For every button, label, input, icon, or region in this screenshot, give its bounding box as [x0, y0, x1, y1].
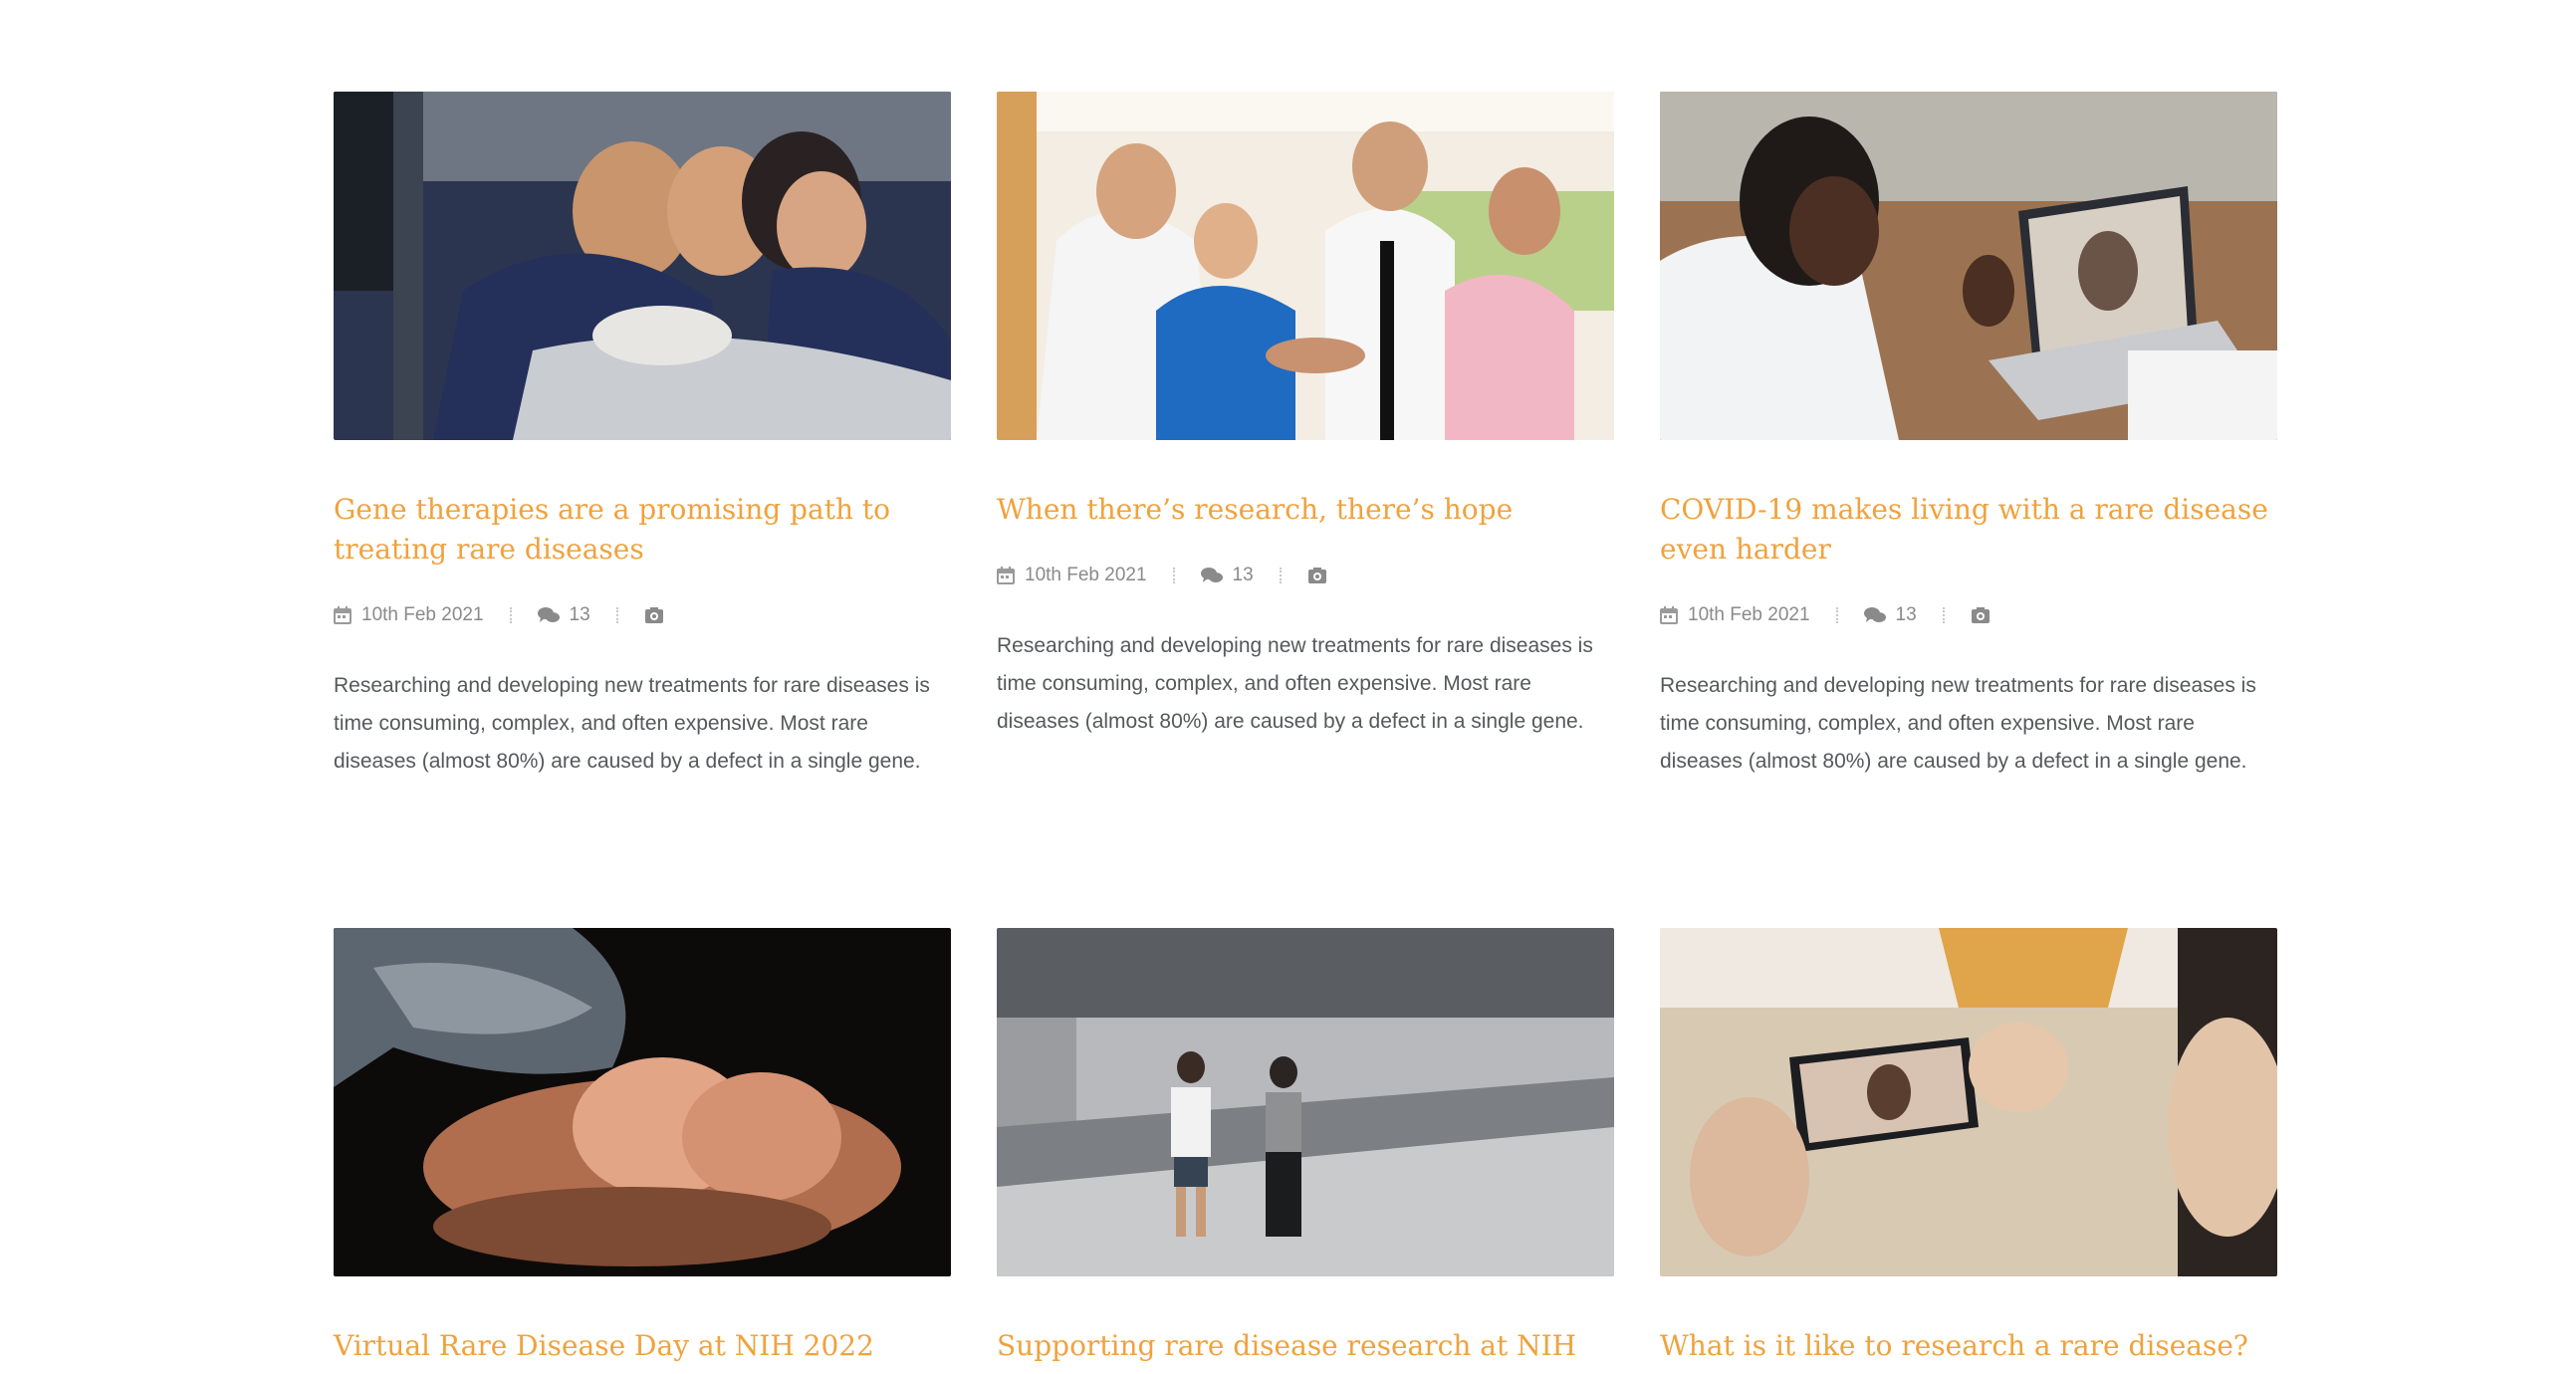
post-date: 10th Feb 2021	[1660, 604, 1810, 626]
post-image-link[interactable]	[1660, 92, 2277, 440]
comments-icon	[537, 607, 560, 622]
comments-icon	[1863, 607, 1886, 622]
post-card: When there’s research, there’s hope 10th…	[997, 92, 1614, 781]
post-comment-count: 13	[1232, 565, 1254, 585]
post-excerpt: Researching and developing new treatment…	[334, 674, 930, 773]
post-image-link[interactable]	[997, 928, 1614, 1276]
post-comments[interactable]: 13	[1863, 604, 1917, 626]
post-date: 10th Feb 2021	[334, 604, 484, 626]
meta-divider	[1279, 568, 1282, 583]
camera-icon	[644, 607, 663, 623]
post-excerpt: Researching and developing new treatment…	[1660, 674, 2256, 773]
post-image-doctor-video-call	[1660, 92, 2277, 440]
post-meta: 10th Feb 2021 13	[1660, 603, 2277, 627]
meta-divider	[1172, 568, 1175, 583]
post-category[interactable]	[1971, 606, 1991, 624]
post-date-text: 10th Feb 2021	[361, 604, 484, 625]
post-image-phone-video-call	[1660, 928, 2277, 1276]
post-meta: 10th Feb 2021 13	[334, 603, 951, 627]
post-comment-count: 13	[1895, 604, 1917, 625]
comments-icon	[1200, 568, 1223, 582]
meta-divider	[1942, 607, 1945, 623]
post-date-text: 10th Feb 2021	[1025, 565, 1147, 585]
meta-divider	[509, 607, 512, 623]
post-comment-count: 13	[569, 604, 590, 625]
post-title-link[interactable]: What is it like to research a rare disea…	[1660, 1326, 2277, 1366]
post-image-link[interactable]	[334, 928, 951, 1276]
post-card: Gene therapies are a promising path to t…	[334, 92, 951, 781]
post-image-baby-feet	[334, 928, 951, 1276]
post-image-family-hospital	[334, 92, 951, 440]
post-date: 10th Feb 2021	[997, 565, 1147, 586]
calendar-icon	[997, 567, 1015, 584]
post-date-text: 10th Feb 2021	[1688, 604, 1810, 625]
post-card: COVID-19 makes living with a rare diseas…	[1660, 92, 2277, 781]
post-category[interactable]	[1307, 567, 1327, 584]
calendar-icon	[334, 606, 351, 624]
post-category[interactable]	[644, 606, 664, 624]
meta-divider	[1835, 607, 1838, 623]
camera-icon	[1307, 568, 1326, 583]
post-title-link[interactable]: Supporting rare disease research at NIH	[997, 1326, 1614, 1366]
post-comments[interactable]: 13	[1200, 565, 1254, 586]
blog-page: Gene therapies are a promising path to t…	[0, 0, 2576, 1374]
post-title-link[interactable]: Gene therapies are a promising path to t…	[334, 490, 951, 570]
post-image-medical-team	[997, 92, 1614, 440]
post-title-link[interactable]: COVID-19 makes living with a rare diseas…	[1660, 490, 2277, 570]
post-image-link[interactable]	[1660, 928, 2277, 1276]
post-card: What is it like to research a rare disea…	[1660, 928, 2277, 1366]
post-grid: Gene therapies are a promising path to t…	[334, 92, 2285, 1366]
meta-divider	[615, 607, 618, 623]
post-card: Supporting rare disease research at NIH	[997, 928, 1614, 1366]
post-meta: 10th Feb 2021 13	[997, 564, 1614, 587]
post-image-people-walking	[997, 928, 1614, 1276]
post-title-link[interactable]: When there’s research, there’s hope	[997, 490, 1614, 530]
post-comments[interactable]: 13	[537, 604, 590, 626]
post-card: Virtual Rare Disease Day at NIH 2022	[334, 928, 951, 1366]
post-image-link[interactable]	[334, 92, 951, 440]
calendar-icon	[1660, 606, 1678, 624]
post-excerpt: Researching and developing new treatment…	[997, 634, 1593, 733]
post-title-link[interactable]: Virtual Rare Disease Day at NIH 2022	[334, 1326, 951, 1366]
camera-icon	[1971, 607, 1990, 623]
post-image-link[interactable]	[997, 92, 1614, 440]
